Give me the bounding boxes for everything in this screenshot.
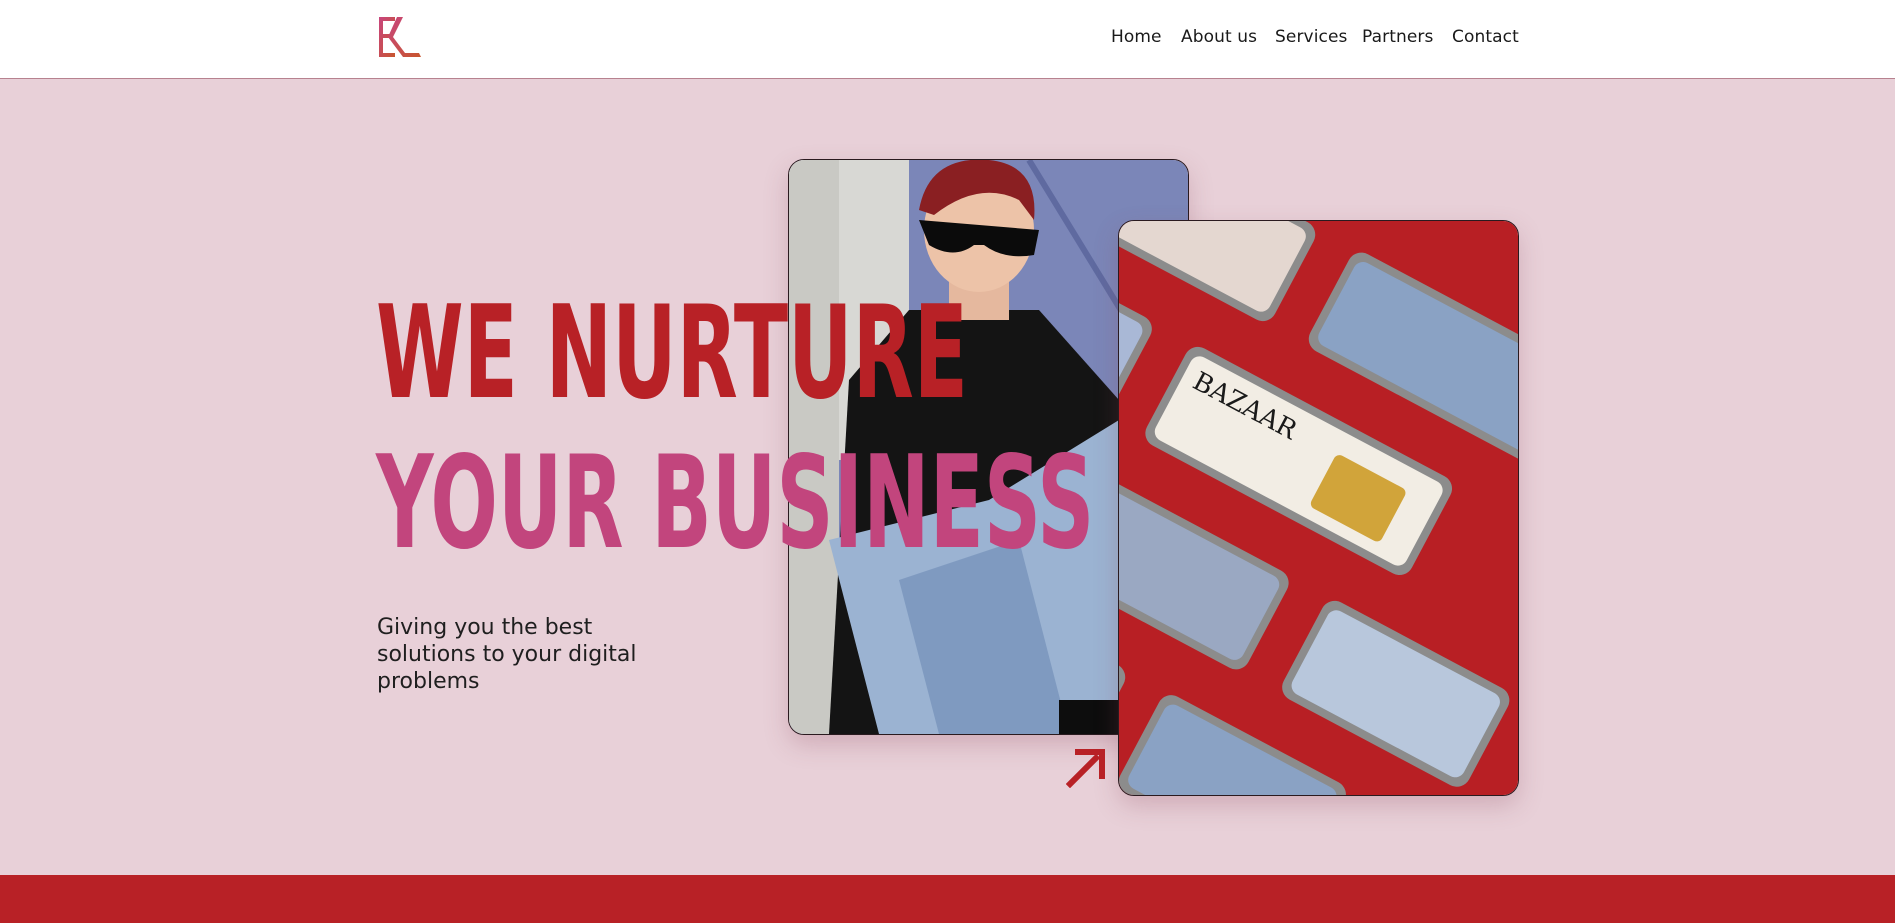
hero-headline-line1: WE NURTURE [376, 279, 969, 428]
hero-subtitle: Giving you the best solutions to your di… [377, 615, 637, 694]
hero-phones-card: BAZAAR [1118, 220, 1519, 796]
nav-contact[interactable]: Contact [1452, 27, 1519, 47]
nav-home[interactable]: Home [1111, 27, 1162, 47]
nav-partners[interactable]: Partners [1362, 27, 1433, 47]
nav-services[interactable]: Services [1275, 27, 1348, 47]
arrow-up-right-icon[interactable] [1066, 746, 1108, 788]
ek-logo[interactable] [377, 17, 421, 57]
nav-about-us[interactable]: About us [1181, 27, 1257, 47]
phones-mockup-image: BAZAAR [1119, 221, 1518, 795]
hero-headline-line2: YOUR BUSINESS [376, 429, 1095, 578]
site-header: Home About us Services Partners Contact [0, 0, 1895, 79]
section-divider-band [0, 875, 1895, 923]
